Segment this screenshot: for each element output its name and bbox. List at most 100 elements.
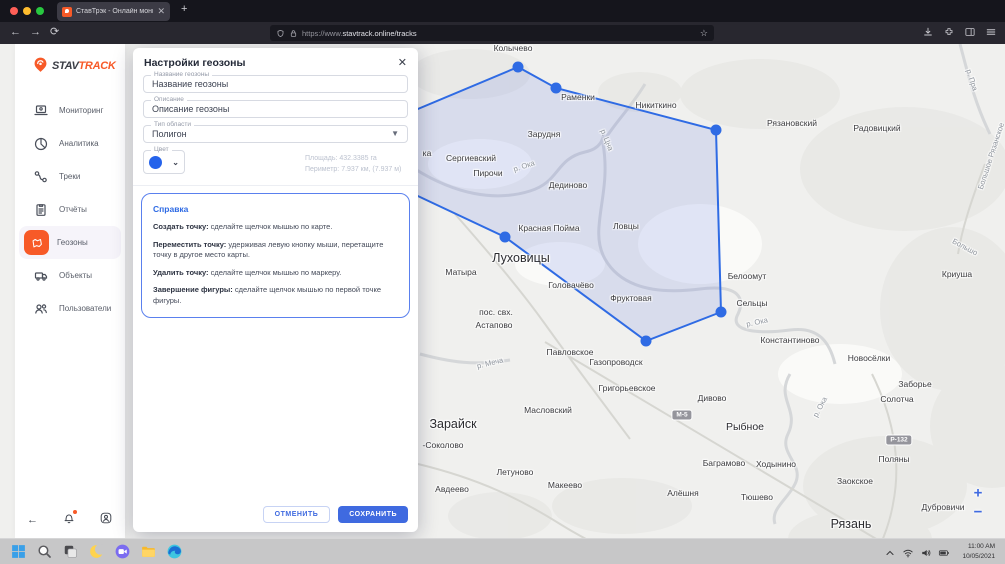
objects-icon <box>32 267 49 284</box>
polygon-vertex-marker[interactable] <box>500 232 511 243</box>
map-label: Матыра <box>445 267 476 277</box>
shield-icon[interactable] <box>276 29 285 38</box>
map-label: Колычево <box>494 44 533 53</box>
sidebar-item-monitoring[interactable]: Мониторинг <box>19 94 121 127</box>
search-icon[interactable] <box>36 543 53 560</box>
close-tab-icon[interactable]: ✕ <box>157 7 165 16</box>
battery-icon[interactable] <box>938 546 950 558</box>
save-button[interactable]: СОХРАНИТЬ <box>338 506 408 523</box>
map-label: Белоомут <box>728 271 767 281</box>
sidebar-item-reports[interactable]: Отчёты <box>19 193 121 226</box>
window-controls <box>10 7 44 15</box>
monitoring-icon <box>32 102 49 119</box>
volume-icon[interactable] <box>920 546 932 558</box>
polygon-vertex-marker[interactable] <box>711 125 722 136</box>
map-label: Поляны <box>878 454 909 464</box>
map-label: Астапово <box>476 320 513 330</box>
panel-title: Настройки геозоны <box>144 57 245 69</box>
task-view-icon[interactable] <box>62 543 79 560</box>
sidebar-item-tracks[interactable]: Треки <box>19 160 121 193</box>
color-picker[interactable]: Цвет ⌄ <box>143 150 185 174</box>
sidebar-item-geozones[interactable]: Геозоны <box>19 226 121 259</box>
reader-sidebar-icon[interactable] <box>964 26 976 38</box>
maximize-window-button[interactable] <box>36 7 44 15</box>
area-value: Площадь: 432.3385 га <box>305 154 408 165</box>
file-explorer-icon[interactable] <box>140 543 157 560</box>
map-label: Головачёво <box>548 280 594 290</box>
map-label: Ловцы <box>613 221 639 231</box>
windows-start-icon[interactable] <box>10 543 27 560</box>
road-badge: М-5 <box>672 411 691 420</box>
collapse-arrow-icon[interactable]: ← <box>27 514 38 526</box>
map-label: Дубровичи <box>921 502 964 512</box>
toolbar-actions <box>922 26 997 38</box>
sidebar-item-label: Пользователи <box>59 304 111 313</box>
minimize-window-button[interactable] <box>23 7 31 15</box>
polygon-vertex-marker[interactable] <box>716 307 727 318</box>
sidebar-item-analytics[interactable]: Аналитика <box>19 127 121 160</box>
forward-arrow-icon[interactable]: → <box>30 27 41 38</box>
map-label: -Соколово <box>423 440 464 450</box>
map-label: Ходынино <box>756 459 796 469</box>
back-arrow-icon[interactable]: ← <box>10 27 21 38</box>
reload-icon[interactable]: ⟳ <box>50 27 59 38</box>
polygon-vertex-marker[interactable] <box>551 83 562 94</box>
map-label: Масловский <box>524 405 572 415</box>
chevron-up-icon[interactable] <box>884 546 896 558</box>
map-label: Рыбное <box>726 421 764 433</box>
close-window-button[interactable] <box>10 7 18 15</box>
road-badge: Р-132 <box>886 436 911 445</box>
sidebar-item-users[interactable]: Пользователи <box>19 292 121 325</box>
sidebar-item-objects[interactable]: Объекты <box>19 259 121 292</box>
site-favicon-icon <box>62 7 72 17</box>
area-type-select[interactable]: Тип области Полигон ▼ <box>143 125 408 143</box>
bookmark-star-icon[interactable]: ☆ <box>700 28 708 39</box>
map-label: Газопроводск <box>589 357 642 367</box>
notification-badge <box>73 510 77 514</box>
edge-browser-icon[interactable] <box>166 543 183 560</box>
logo-text: STAVTRACK <box>52 60 116 72</box>
profile-icon[interactable] <box>99 511 113 528</box>
chevron-down-icon: ▼ <box>391 129 399 138</box>
logo-pin-icon <box>31 56 50 75</box>
polygon-vertex-marker[interactable] <box>513 62 524 73</box>
help-box: Справка Создать точку: сделайте щелчок м… <box>141 193 410 318</box>
browser-tab[interactable]: СтавТрэк - Онлайн мониторин ✕ <box>57 2 170 21</box>
geozone-name-input[interactable]: Название геозоны Название геозоны <box>143 75 408 93</box>
video-call-app-icon[interactable] <box>114 543 131 560</box>
map-label: Раменки <box>561 92 595 102</box>
lock-icon[interactable] <box>289 29 298 38</box>
map-zoom-in-button[interactable]: + <box>974 485 983 502</box>
taskbar-clock[interactable]: 11:00 AM 10/05/2021 <box>962 542 995 561</box>
geozone-description-input[interactable]: Описание Описание геозоны <box>143 100 408 118</box>
help-item: Переместить точку: удерживая левую кнопк… <box>153 240 398 261</box>
sidebar-item-label: Отчёты <box>59 205 87 214</box>
close-icon[interactable]: ✕ <box>398 56 407 69</box>
tracks-icon <box>32 168 49 185</box>
download-icon[interactable] <box>922 26 934 38</box>
app-menu-icon[interactable] <box>985 26 997 38</box>
moon-app-icon[interactable] <box>88 543 105 560</box>
polygon-vertex-marker[interactable] <box>641 336 652 347</box>
sidebar-item-label: Треки <box>59 172 80 181</box>
cancel-button[interactable]: ОТМЕНИТЬ <box>263 506 331 523</box>
url-bar[interactable]: https://www.stavtrack.online/tracks ☆ <box>270 25 714 41</box>
help-item: Удалить точку: сделайте щелчок мышью по … <box>153 268 398 279</box>
extensions-icon[interactable] <box>943 26 955 38</box>
map-label: Дивово <box>698 393 727 403</box>
help-item: Завершение фигуры: сделайте щелчок мышью… <box>153 285 398 306</box>
new-tab-button[interactable]: + <box>181 4 187 15</box>
map-label: Рязановский <box>767 118 817 128</box>
map-label: Рязань <box>831 517 872 531</box>
map-label: Фруктовая <box>610 293 651 303</box>
map-label: Зарудня <box>528 129 561 139</box>
wifi-icon[interactable] <box>902 546 914 558</box>
help-list: Создать точку: сделайте щелчок мышью по … <box>153 222 398 306</box>
map-zoom-out-button[interactable]: − <box>974 504 983 521</box>
map-label: Солотча <box>880 394 913 404</box>
tray-icons <box>884 546 950 558</box>
help-item: Создать точку: сделайте щелчок мышью по … <box>153 222 398 233</box>
chevron-down-icon: ⌄ <box>172 158 179 167</box>
notifications-bell-icon[interactable] <box>62 511 76 528</box>
sidebar-item-label: Мониторинг <box>59 106 103 115</box>
